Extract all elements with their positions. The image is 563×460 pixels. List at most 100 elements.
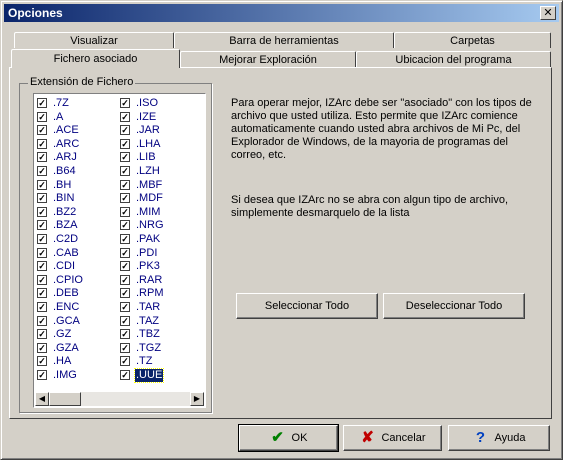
extension-label: .LHA [136, 137, 161, 150]
scroll-left-button[interactable]: ◀ [35, 392, 49, 406]
tab-carpetas[interactable]: Carpetas [394, 32, 551, 48]
deselect-all-button[interactable]: Deseleccionar Todo [383, 293, 525, 319]
extension-checkbox[interactable]: ✓ [37, 111, 47, 122]
tab-fichero-asociado[interactable]: Fichero asociado [11, 49, 180, 68]
window-title: Opciones [8, 6, 63, 20]
extension-label: .GCA [53, 314, 80, 327]
extension-checkbox[interactable]: ✓ [120, 166, 130, 176]
extension-label: .ISO [136, 97, 159, 109]
extension-label: .CAB [53, 246, 79, 259]
extension-checkbox[interactable]: ✓ [37, 342, 47, 353]
extension-checkbox[interactable]: ✓ [37, 152, 47, 163]
extension-label: .BZ2 [53, 205, 77, 218]
extension-label: .GZA [53, 341, 79, 354]
extension-checkbox[interactable]: ✓ [37, 261, 47, 272]
help-label: Ayuda [494, 432, 526, 444]
extension-checkbox[interactable]: ✓ [37, 125, 47, 136]
extension-label: .RPM [136, 287, 164, 300]
extension-checkbox[interactable]: ✓ [37, 329, 47, 340]
extension-checkbox[interactable]: ✓ [120, 234, 130, 244]
extension-label: .CPIO [53, 273, 83, 286]
select-all-button[interactable]: Seleccionar Todo [236, 293, 378, 319]
extension-label: .HA [53, 355, 72, 368]
info-paragraph-2: Si desea que IZArc no se abra con algun … [231, 194, 509, 219]
extension-label: .MDF [136, 192, 163, 205]
extension-checkbox[interactable]: ✓ [37, 370, 47, 380]
extension-checkbox[interactable]: ✓ [120, 98, 130, 108]
extension-label: .IMG [53, 369, 77, 381]
extension-checkbox[interactable]: ✓ [37, 302, 47, 312]
extension-checkbox[interactable]: ✓ [120, 342, 130, 353]
tab-barra-herramientas[interactable]: Barra de herramientas [174, 32, 394, 48]
extension-checkbox[interactable]: ✓ [120, 125, 130, 136]
extension-checkbox[interactable]: ✓ [120, 111, 130, 122]
info-paragraph-1: Para operar mejor, IZArc debe ser "asoci… [231, 97, 532, 161]
extension-checkbox[interactable]: ✓ [37, 315, 47, 326]
extension-label: .IZE [136, 110, 157, 123]
extension-label: .DEB [53, 287, 79, 300]
extension-checkbox[interactable]: ✓ [37, 98, 47, 108]
extension-label: .PK3 [136, 260, 160, 273]
ok-label: OK [291, 432, 308, 444]
extension-checkbox[interactable]: ✓ [37, 247, 47, 258]
extension-checkbox[interactable]: ✓ [120, 247, 130, 258]
extension-label: .GZ [53, 328, 72, 341]
extension-label: .TBZ [136, 328, 160, 341]
extension-checkbox[interactable]: ✓ [120, 288, 130, 299]
extension-checkbox[interactable]: ✓ [37, 234, 47, 244]
extension-group-label: Extensión de Fichero [28, 76, 136, 88]
tab-mejorar-exploracion[interactable]: Mejorar Exploración [180, 51, 356, 67]
extension-label: .BZA [53, 219, 78, 232]
extension-label: .MBF [136, 178, 163, 191]
extension-checkbox[interactable]: ✓ [37, 220, 47, 231]
extension-checkbox[interactable]: ✓ [120, 220, 130, 231]
tab-ubicacion-programa[interactable]: Ubicacion del programa [356, 51, 551, 67]
extension-checkbox[interactable]: ✓ [120, 370, 130, 380]
extension-checkbox[interactable]: ✓ [120, 138, 130, 149]
extension-checkbox[interactable]: ✓ [37, 288, 47, 299]
extension-checkbox[interactable]: ✓ [37, 274, 47, 285]
extension-checkbox[interactable]: ✓ [37, 138, 47, 149]
extension-label: .LIB [136, 151, 156, 164]
horizontal-scrollbar[interactable]: ◀ ▶ [35, 392, 204, 406]
extension-checkbox[interactable]: ✓ [120, 274, 130, 285]
extension-checkbox[interactable]: ✓ [120, 315, 130, 326]
extension-checkbox[interactable]: ✓ [37, 356, 47, 367]
extension-label: .TAR [136, 301, 161, 313]
extension-checkbox[interactable]: ✓ [120, 152, 130, 163]
close-icon: ✕ [543, 6, 553, 19]
title-bar[interactable]: Opciones ✕ [4, 4, 559, 22]
extension-checkbox[interactable]: ✓ [37, 193, 47, 204]
arrow-left-icon: ◀ [38, 394, 46, 403]
scroll-right-button[interactable]: ▶ [190, 392, 204, 406]
help-button[interactable]: ? Ayuda [448, 425, 550, 451]
extension-checkbox[interactable]: ✓ [37, 179, 47, 190]
extension-label: .BH [53, 178, 72, 191]
extension-checkbox[interactable]: ✓ [120, 356, 130, 367]
extension-checklist[interactable]: ✓ .UUE ✓ .TZ ✓ .TGZ ✓ .TBZ ✓ .TAZ ✓ .TAR ✓ .RPM ✓ .RAR ✓… [33, 93, 206, 408]
extension-label: .UUE [133, 368, 165, 383]
extension-checkbox[interactable]: ✓ [120, 302, 130, 312]
extension-checkbox[interactable]: ✓ [120, 179, 130, 190]
extension-checkbox[interactable]: ✓ [37, 166, 47, 176]
question-icon: ? [475, 429, 486, 447]
extension-checkbox[interactable]: ✓ [37, 206, 47, 217]
extension-checkbox[interactable]: ✓ [120, 329, 130, 340]
cancel-button[interactable]: ✘ Cancelar [343, 425, 442, 451]
extension-label: .BIN [53, 192, 75, 205]
extension-label: .TAZ [136, 314, 160, 327]
tab-visualizar[interactable]: Visualizar [14, 32, 174, 48]
extension-checkbox[interactable]: ✓ [120, 261, 130, 272]
extension-checkbox[interactable]: ✓ [120, 206, 130, 217]
extension-checkbox[interactable]: ✓ [120, 193, 130, 204]
extension-label: .PAK [136, 233, 161, 245]
extension-label: .CDI [53, 260, 75, 273]
arrow-right-icon: ▶ [193, 394, 201, 403]
x-icon: ✘ [361, 429, 374, 447]
close-button[interactable]: ✕ [540, 6, 556, 20]
extension-label: .ENC [53, 301, 80, 313]
extension-label: .RAR [136, 273, 163, 286]
ok-button[interactable]: ✔ OK [238, 424, 339, 452]
scroll-thumb[interactable] [49, 392, 81, 406]
check-icon: ✔ [271, 429, 284, 447]
